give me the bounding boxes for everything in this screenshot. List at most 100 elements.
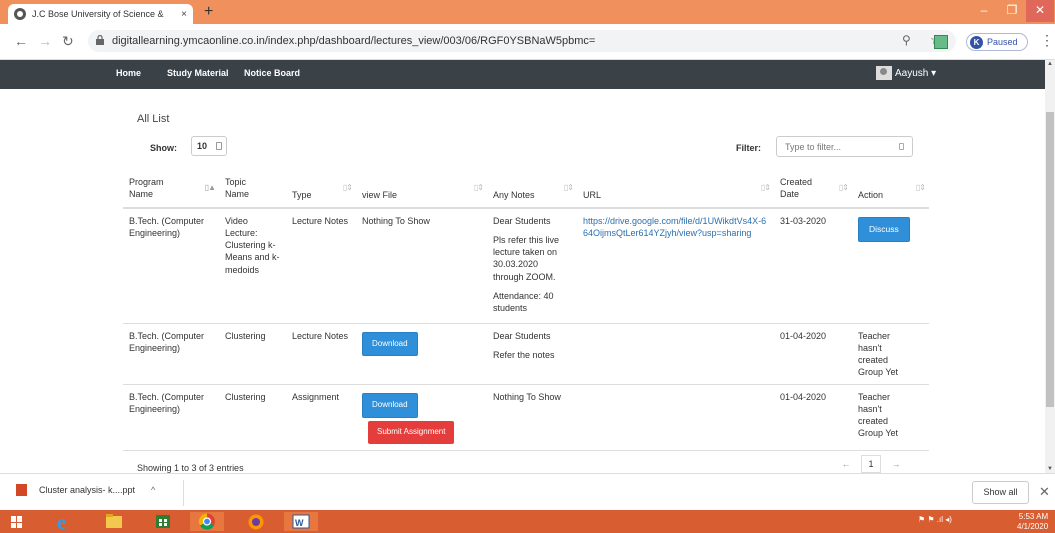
forward-arrow-icon[interactable]: → <box>38 33 52 49</box>
cell-notes: Nothing To Show <box>487 384 577 451</box>
table-row: B.Tech. (Computer Engineering) Clusterin… <box>123 322 929 385</box>
cell-program: B.Tech. (Computer Engineering) <box>123 322 219 385</box>
internet-explorer-icon[interactable]: e <box>48 512 82 533</box>
window-minimize-button[interactable]: – <box>970 0 998 22</box>
profile-status: Paused <box>987 37 1018 47</box>
header-url[interactable]: URL ▯⇕ <box>577 170 774 209</box>
cell-program: B.Tech. (Computer Engineering) <box>123 207 219 323</box>
cell-url <box>577 322 774 385</box>
filter-label: Filter: <box>736 143 762 153</box>
filter-input[interactable]: Type to filter... <box>776 136 913 157</box>
header-created-date[interactable]: Created Date ▯⇕ <box>774 170 852 209</box>
cell-action: Discuss <box>852 207 929 323</box>
entries-per-page-select[interactable]: 10 <box>191 136 227 156</box>
browser-tab-strip: J.C Bose University of Science & × + – ❐… <box>0 0 1055 24</box>
clock-date: 4/1/2020 <box>1017 521 1049 531</box>
new-tab-button[interactable]: + <box>204 3 213 21</box>
cell-created: 31-03-2020 <box>774 207 852 323</box>
windows-taskbar: e W ⚑ ⚑ .ıl ◂) 5:53 AM 4/1/2020 <box>0 510 1055 533</box>
download-filename: Cluster analysis- k....ppt <box>39 485 136 495</box>
show-all-button[interactable]: Show all <box>972 481 1029 504</box>
browser-menu-icon[interactable]: ⋮ <box>1040 32 1054 49</box>
header-type[interactable]: Type ▯⇕ <box>286 170 356 209</box>
header-action[interactable]: Action ▯⇕ <box>852 170 929 209</box>
download-item[interactable]: Cluster analysis- k....ppt ^ <box>16 484 155 496</box>
clock-time: 5:53 AM <box>1018 512 1049 521</box>
sort-icon: ▯⇕ <box>760 183 771 192</box>
zoom-icon[interactable]: ⚲ <box>902 33 911 47</box>
user-avatar-icon <box>876 66 892 80</box>
firefox-icon[interactable] <box>239 512 273 531</box>
scrollbar-thumb[interactable] <box>1046 112 1054 407</box>
nav-study-material[interactable]: Study Material <box>167 68 229 78</box>
note-line: Nothing To Show <box>493 392 561 403</box>
site-favicon-icon <box>14 8 26 20</box>
lecture-drive-link[interactable]: https://drive.google.com/file/d/1UWikdtV… <box>583 216 766 238</box>
header-topic-name[interactable]: Topic Name <box>219 170 286 209</box>
user-menu[interactable]: Aayush ▾ <box>876 66 936 80</box>
chrome-icon[interactable] <box>190 512 224 531</box>
scroll-up-icon[interactable]: ▲ <box>1047 61 1053 67</box>
word-icon[interactable]: W <box>284 512 318 531</box>
window-close-button[interactable]: ✕ <box>1026 0 1054 22</box>
store-icon[interactable] <box>146 512 180 531</box>
profile-button[interactable]: K Paused <box>966 33 1028 51</box>
cell-program: B.Tech. (Computer Engineering) <box>123 384 219 451</box>
submit-assignment-button[interactable]: Submit Assignment <box>368 420 455 444</box>
cell-type: Assignment <box>286 384 356 451</box>
browser-tab[interactable]: J.C Bose University of Science & × <box>8 4 193 24</box>
file-explorer-icon[interactable] <box>97 512 131 531</box>
download-divider <box>183 480 184 506</box>
browser-toolbar: ← → ↻ digitallearning.ymcaonline.co.in/i… <box>0 24 1055 60</box>
system-tray-icons[interactable]: ⚑ ⚑ .ıl ◂) <box>918 515 952 524</box>
header-view-file[interactable]: view File ▯⇕ <box>356 170 487 209</box>
scroll-down-icon[interactable]: ▼ <box>1047 466 1053 472</box>
sort-icon: ▯⇕ <box>342 183 353 192</box>
reload-icon[interactable]: ↻ <box>62 33 74 50</box>
table-row: B.Tech. (Computer Engineering) Video Lec… <box>123 207 929 323</box>
prev-page-button[interactable]: ← <box>835 459 857 469</box>
user-name: Aayush ▾ <box>895 67 937 79</box>
filter-field-icon <box>899 143 904 150</box>
tab-title: J.C Bose University of Science & <box>32 9 164 19</box>
filter-placeholder: Type to filter... <box>785 142 842 152</box>
nav-notice-board[interactable]: Notice Board <box>244 68 300 78</box>
next-page-button[interactable]: → <box>885 459 907 469</box>
tab-close-icon[interactable]: × <box>181 9 187 20</box>
cell-url <box>577 384 774 451</box>
header-any-notes[interactable]: Any Notes ▯⇕ <box>487 170 577 209</box>
download-button[interactable]: Download <box>362 331 418 357</box>
taskbar-clock[interactable]: 5:53 AM 4/1/2020 <box>1017 512 1048 531</box>
svg-text:W: W <box>295 518 304 528</box>
note-line: Attendance: 40 students <box>493 290 554 313</box>
extension-icon[interactable] <box>934 35 948 49</box>
cell-topic: Video Lecture: Clustering k-Means and k-… <box>219 207 286 323</box>
address-bar[interactable]: digitallearning.ymcaonline.co.in/index.p… <box>88 30 956 52</box>
cell-url: https://drive.google.com/file/d/1UWikdtV… <box>577 207 774 323</box>
back-arrow-icon[interactable]: ← <box>14 33 28 49</box>
cell-created: 01-04-2020 <box>774 384 852 451</box>
nav-home[interactable]: Home <box>116 68 141 78</box>
cell-action: Teacher hasn't created Group Yet <box>852 322 929 385</box>
note-line: Pls refer this live lecture taken on 30.… <box>493 235 560 282</box>
cell-notes: Dear Students Pls refer this live lectur… <box>487 207 577 323</box>
svg-text:e: e <box>57 512 66 531</box>
windows-start-icon[interactable] <box>0 512 34 531</box>
profile-avatar: K <box>970 35 983 49</box>
powerpoint-file-icon <box>16 484 27 496</box>
page-scrollbar[interactable]: ▲ ▼ <box>1045 60 1055 473</box>
sort-icon: ▯⇕ <box>915 183 926 192</box>
window-maximize-button[interactable]: ❐ <box>998 0 1026 22</box>
discuss-button[interactable]: Discuss <box>858 217 910 243</box>
close-shelf-icon[interactable]: ✕ <box>1039 484 1050 500</box>
select-arrow-icon <box>216 142 222 150</box>
cell-type: Lecture Notes <box>286 207 356 323</box>
group-status-text: Teacher hasn't created Group Yet <box>858 330 899 377</box>
download-button[interactable]: Download <box>362 393 418 418</box>
header-program-name[interactable]: Program Name ▯▲ <box>123 170 219 209</box>
page-1-button[interactable]: 1 <box>861 455 881 473</box>
main-content: All List Show: 10 Filter: Type to filter… <box>0 89 1045 473</box>
entries-summary: Showing 1 to 3 of 3 entries <box>137 463 244 473</box>
sort-asc-icon: ▯▲ <box>204 183 216 192</box>
chevron-up-icon[interactable]: ^ <box>151 485 155 495</box>
